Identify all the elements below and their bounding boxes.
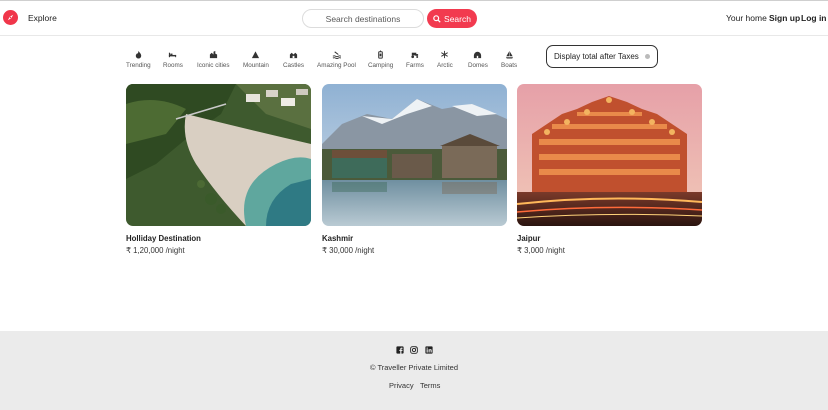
city-icon: [209, 50, 217, 59]
listing-price: ₹ 3,000 /night: [517, 246, 565, 255]
listing-image-kashmir[interactable]: [322, 84, 507, 226]
listing-card[interactable]: Holliday Destination ₹ 1,20,000 /night: [126, 84, 311, 255]
category-arctic[interactable]: Arctic: [437, 50, 453, 69]
toggle-switch[interactable]: [644, 54, 650, 59]
explore-link[interactable]: Explore: [28, 13, 57, 23]
category-label: Camping: [368, 62, 394, 69]
category-label: Trending: [126, 62, 151, 69]
category-trending[interactable]: Trending: [126, 50, 151, 69]
listing-price: ₹ 30,000 /night: [322, 246, 375, 255]
category-castles[interactable]: Castles: [283, 50, 304, 69]
category-label: Domes: [468, 62, 488, 69]
instagram-icon[interactable]: [410, 346, 418, 354]
tractor-icon: [411, 52, 419, 59]
listing-image-beach[interactable]: [126, 84, 311, 226]
sailboat-icon: [505, 50, 513, 59]
category-boats[interactable]: Boats: [501, 50, 517, 69]
category-amazing-pool[interactable]: Amazing Pool: [317, 50, 356, 69]
category-mountain[interactable]: Mountain: [243, 50, 269, 69]
listing-title: Kashmir: [322, 234, 354, 243]
pool-icon: [332, 51, 341, 59]
lantern-icon: [378, 50, 383, 59]
navbar: Explore Search Your home Sign up Log in: [0, 1, 828, 36]
listing-price: ₹ 1,20,000 /night: [126, 246, 185, 255]
snowflake-icon: [441, 50, 449, 59]
linkedin-icon[interactable]: [425, 346, 433, 354]
search-input[interactable]: [302, 9, 424, 28]
listing-title: Jaipur: [517, 234, 541, 243]
category-rooms[interactable]: Rooms: [163, 50, 183, 69]
compass-logo-icon[interactable]: [3, 10, 18, 25]
category-farms[interactable]: Farms: [406, 50, 424, 69]
taxes-toggle-label: Display total after Taxes: [554, 52, 639, 61]
category-label: Arctic: [437, 62, 453, 69]
terms-link[interactable]: Terms: [420, 381, 440, 390]
bed-icon: [169, 52, 177, 58]
category-label: Castles: [283, 62, 304, 69]
listing-image-jaipur[interactable]: [517, 84, 702, 226]
search-button-label: Search: [444, 13, 471, 24]
mountain-icon: [252, 51, 260, 59]
your-home-link[interactable]: Your home: [726, 13, 767, 23]
category-label: Mountain: [243, 62, 269, 69]
castle-icon: [289, 52, 298, 59]
dome-icon: [474, 51, 482, 59]
category-label: Amazing Pool: [317, 62, 356, 69]
category-label: Iconic cities: [197, 62, 230, 69]
category-label: Farms: [406, 62, 424, 69]
fire-icon: [135, 50, 142, 59]
log-in-link[interactable]: Log in: [801, 13, 827, 23]
listing-card[interactable]: Kashmir ₹ 30,000 /night: [322, 84, 507, 255]
category-domes[interactable]: Domes: [468, 50, 488, 69]
listing-card[interactable]: Jaipur ₹ 3,000 /night: [517, 84, 702, 255]
search-icon: [433, 14, 441, 23]
facebook-icon[interactable]: [396, 346, 404, 354]
copyright-text: © Traveller Private Limited: [369, 363, 459, 372]
category-label: Rooms: [163, 62, 183, 69]
category-iconic-cities[interactable]: Iconic cities: [197, 50, 230, 69]
category-label: Boats: [501, 62, 518, 69]
privacy-link[interactable]: Privacy: [389, 381, 414, 390]
listing-title: Holliday Destination: [126, 234, 201, 243]
search-button[interactable]: Search: [427, 9, 477, 28]
taxes-toggle[interactable]: Display total after Taxes: [546, 45, 658, 68]
category-camping[interactable]: Camping: [368, 50, 393, 69]
sign-up-link[interactable]: Sign up: [769, 13, 800, 23]
